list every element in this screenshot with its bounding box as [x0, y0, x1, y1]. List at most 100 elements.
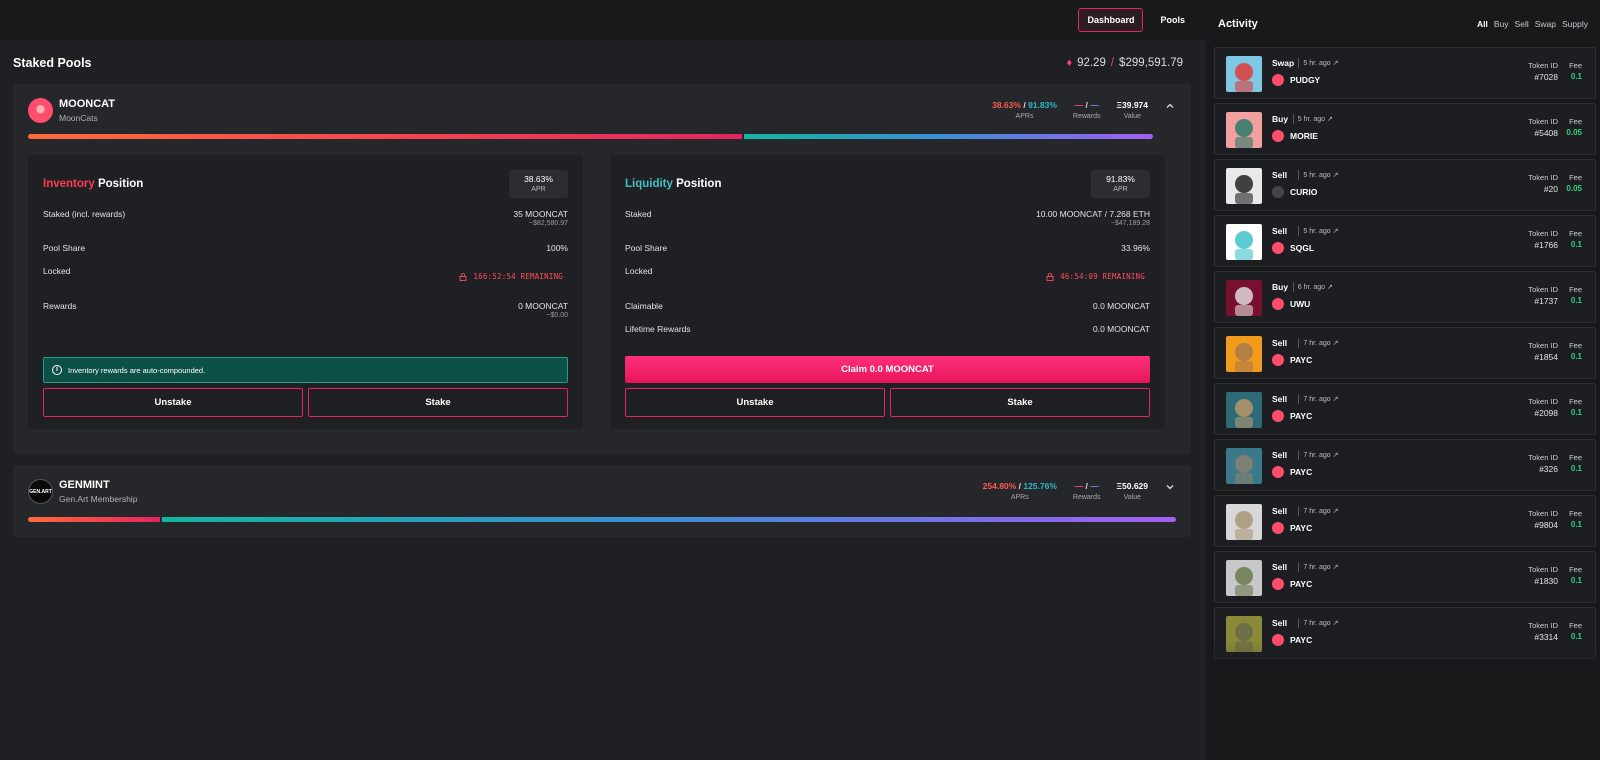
token-id: #3314 [1534, 632, 1558, 642]
claim-button[interactable]: Claim 0.0 MOONCAT [625, 356, 1150, 383]
apr-pill-value: 38.63% [524, 174, 553, 184]
apr-inventory: 38.63% [992, 100, 1021, 110]
filter-sell[interactable]: Sell [1515, 19, 1529, 29]
collection-icon [1272, 578, 1284, 590]
fee-label: Fee [1569, 621, 1582, 630]
activity-time-link[interactable]: 5 hr. ago ↗ [1298, 115, 1333, 123]
inventory-unstake-button[interactable]: Unstake [43, 388, 303, 417]
nft-thumbnail [1226, 168, 1262, 204]
collection-icon [1272, 130, 1284, 142]
activity-time-link[interactable]: 7 hr. ago ↗ [1303, 395, 1338, 403]
activity-time-link[interactable]: 5 hr. ago ↗ [1303, 171, 1338, 179]
nft-thumbnail [1226, 616, 1262, 652]
divider [1292, 114, 1294, 124]
token-id-label: Token ID [1528, 565, 1558, 574]
fee-label: Fee [1569, 341, 1582, 350]
apr-separator: / [1023, 100, 1026, 110]
pool-header-mooncat[interactable]: MOONCAT MoonCats 38.63% / 91.83% APRs — [28, 96, 1176, 126]
liquidity-unstake-button[interactable]: Unstake [625, 388, 885, 417]
activity-time-link[interactable]: 7 hr. ago ↗ [1303, 451, 1338, 459]
activity-time-link[interactable]: 6 hr. ago ↗ [1298, 283, 1333, 291]
token-id: #5408 [1534, 128, 1558, 138]
top-bar: Dashboard Pools [0, 0, 1206, 40]
lock-countdown: 46:54:09 REMAINING [1046, 272, 1145, 281]
panel-title-accent: Inventory [43, 178, 95, 190]
nft-thumbnail [1226, 448, 1262, 484]
activity-item[interactable]: Sell 7 hr. ago ↗ PAYC Token ID #1854 Fee 0.1 [1214, 327, 1596, 379]
fee-value: 0.1 [1570, 296, 1582, 305]
total-separator: / [1110, 57, 1115, 69]
eth-icon: ♦ [1066, 57, 1073, 69]
activity-item[interactable]: Sell 7 hr. ago ↗ PAYC Token ID #1830 Fee 0.1 [1214, 551, 1596, 603]
collection-name: PUDGY [1290, 75, 1321, 85]
activity-item[interactable]: Buy 6 hr. ago ↗ UWU Token ID #1737 Fee 0.1 [1214, 271, 1596, 323]
row-subvalue: ~$47,189.28 [1110, 220, 1150, 227]
activity-sidebar: Activity All Buy Sell Swap Supply Swap 5 … [1206, 0, 1600, 760]
fee-value: 0.05 [1566, 128, 1582, 137]
filter-buy[interactable]: Buy [1494, 19, 1509, 29]
row-label: Locked [625, 266, 653, 276]
info-icon: i [52, 365, 62, 375]
inventory-stake-button[interactable]: Stake [308, 388, 568, 417]
activity-time-link[interactable]: 7 hr. ago ↗ [1303, 563, 1338, 571]
stat-rewards: — / — Rewards [1073, 481, 1101, 501]
fee-label: Fee [1569, 509, 1582, 518]
pool-card-mooncat: MOONCAT MoonCats 38.63% / 91.83% APRs — [13, 84, 1191, 454]
activity-type: Sell [1272, 562, 1288, 572]
pool-value: Ξ50.629 [1116, 481, 1148, 491]
row-value: 100% [546, 243, 568, 253]
collection-name: PAYC [1290, 523, 1313, 533]
liquidity-position-panel: Liquidity Position 91.83% APR Staked 10.… [610, 155, 1165, 429]
activity-time-link[interactable]: 5 hr. ago ↗ [1303, 59, 1338, 67]
activity-time-link[interactable]: 7 hr. ago ↗ [1303, 339, 1338, 347]
row-value: 35 MOONCAT [513, 209, 568, 219]
activity-time-link[interactable]: 7 hr. ago ↗ [1303, 507, 1338, 515]
position-split-bar [28, 134, 1153, 139]
top-nav: Dashboard Pools [1078, 8, 1194, 32]
nav-dashboard-button[interactable]: Dashboard [1078, 8, 1144, 32]
activity-item[interactable]: Sell 5 hr. ago ↗ CURIO Token ID #20 Fee 0.05 [1214, 159, 1596, 211]
chevron-down-icon[interactable] [1164, 482, 1176, 494]
apr-pill-value: 91.83% [1106, 174, 1135, 184]
fee-value: 0.1 [1570, 464, 1582, 473]
row-subvalue: ~$0.00 [546, 312, 568, 319]
collection-name: SQGL [1290, 243, 1315, 253]
activity-item[interactable]: Sell 7 hr. ago ↗ PAYC Token ID #9804 Fee 0.1 [1214, 495, 1596, 547]
auto-compound-notice: i Inventory rewards are auto-compounded. [43, 357, 568, 383]
chevron-up-icon[interactable] [1164, 101, 1176, 113]
activity-item[interactable]: Swap 5 hr. ago ↗ PUDGY Token ID #7028 Fee 0.1 [1214, 47, 1596, 99]
nav-pools-button[interactable]: Pools [1151, 8, 1194, 32]
filter-all[interactable]: All [1477, 19, 1488, 29]
notice-text: Inventory rewards are auto-compounded. [68, 365, 206, 375]
liquidity-stake-button[interactable]: Stake [890, 388, 1150, 417]
mooncat-avatar [28, 98, 53, 123]
pool-subtitle: MoonCats [59, 113, 98, 123]
activity-type: Buy [1272, 114, 1289, 124]
lock-countdown-text: 46:54:09 REMAINING [1060, 272, 1145, 281]
activity-item[interactable]: Sell 7 hr. ago ↗ PAYC Token ID #3314 Fee 0.1 [1214, 607, 1596, 659]
filter-swap[interactable]: Swap [1535, 19, 1556, 29]
activity-item[interactable]: Buy 5 hr. ago ↗ MORIE Token ID #5408 Fee 0.05 [1214, 103, 1596, 155]
filter-supply[interactable]: Supply [1562, 19, 1588, 29]
staked-pools-header: Staked Pools ♦ 92.29 / $299,591.79 [13, 56, 1183, 70]
row-label: Staked (incl. rewards) [43, 209, 126, 219]
panel-title-accent: Liquidity [625, 178, 673, 190]
stat-aprs: 38.63% / 91.83% APRs [992, 100, 1057, 120]
stat-label-value: Value [1123, 113, 1141, 120]
pool-card-genmint: GEN.ART GENMINT Gen.Art Membership 254.8… [13, 465, 1191, 537]
app: Dashboard Pools Staked Pools ♦ 92.29 / $… [0, 0, 1600, 760]
pool-name: GENMINT [59, 479, 110, 491]
collection-icon [1272, 466, 1284, 478]
apr-liquidity: 91.83% [1028, 100, 1057, 110]
activity-time-link[interactable]: 7 hr. ago ↗ [1303, 619, 1338, 627]
pool-header-genmint[interactable]: GEN.ART GENMINT Gen.Art Membership 254.8… [28, 477, 1176, 507]
collection-icon [1272, 634, 1284, 646]
rewards-liquidity: — [1090, 100, 1099, 110]
activity-item[interactable]: Sell 7 hr. ago ↗ PAYC Token ID #326 Fee 0.1 [1214, 439, 1596, 491]
activity-item[interactable]: Sell 5 hr. ago ↗ SQGL Token ID #1766 Fee 0.1 [1214, 215, 1596, 267]
fee-value: 0.1 [1570, 632, 1582, 641]
activity-item[interactable]: Sell 7 hr. ago ↗ PAYC Token ID #2098 Fee 0.1 [1214, 383, 1596, 435]
divider [1298, 226, 1300, 236]
activity-time-link[interactable]: 5 hr. ago ↗ [1303, 227, 1338, 235]
inventory-bar-segment [28, 134, 743, 139]
